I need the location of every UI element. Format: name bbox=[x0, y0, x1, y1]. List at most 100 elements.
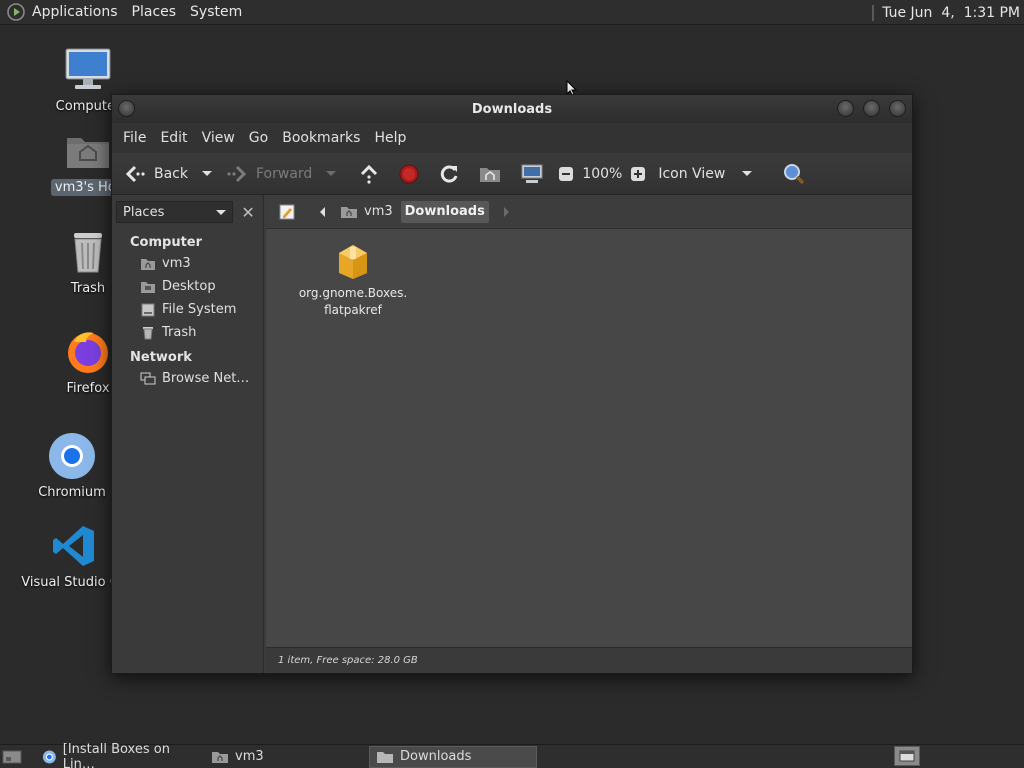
bottom-panel: [Install Boxes on Lin… vm3 Downloads bbox=[0, 742, 1024, 768]
show-desktop-button[interactable] bbox=[0, 746, 32, 768]
search-button[interactable] bbox=[778, 158, 810, 190]
home-folder-icon bbox=[141, 258, 155, 270]
desktop-folder-icon bbox=[141, 281, 155, 293]
path-segment-downloads[interactable]: Downloads bbox=[400, 200, 489, 223]
chevron-down-icon bbox=[202, 171, 212, 176]
sidebar-item-label: Desktop bbox=[162, 279, 216, 294]
menu-help[interactable]: Help bbox=[367, 130, 413, 146]
window-body: Places ✕ Computer vm3 Desktop File Syste… bbox=[112, 195, 912, 673]
chevron-right-icon bbox=[503, 206, 509, 217]
sidebar-type-text: Places bbox=[123, 204, 165, 220]
menu-file[interactable]: File bbox=[116, 130, 153, 146]
minimize-button[interactable] bbox=[837, 100, 854, 117]
vscode-icon bbox=[53, 526, 94, 566]
sidebar-item-trash[interactable]: Trash bbox=[112, 321, 263, 344]
workspace-icon bbox=[899, 750, 915, 762]
drive-icon bbox=[141, 303, 155, 316]
view-mode-text: Icon View bbox=[658, 165, 726, 182]
sidebar-item-file-system[interactable]: File System bbox=[112, 298, 263, 321]
toggle-location-entry-button[interactable] bbox=[274, 201, 300, 223]
file-name-line1: org.gnome.Boxes. bbox=[298, 286, 408, 300]
applications-menu[interactable]: Applications bbox=[0, 0, 126, 25]
sidebar-item-label: Trash bbox=[162, 325, 197, 340]
toolbar: Back Forward 100% Icon View bbox=[112, 153, 912, 195]
places-label: Places bbox=[131, 4, 177, 20]
home-icon bbox=[480, 167, 501, 182]
panel-separator bbox=[872, 4, 875, 21]
reload-button[interactable] bbox=[434, 158, 464, 190]
file-view[interactable]: org.gnome.Boxes. flatpakref bbox=[266, 229, 912, 647]
window-menu-button[interactable] bbox=[118, 100, 135, 117]
system-menu[interactable]: System bbox=[184, 0, 250, 25]
path-segment-label: vm3 bbox=[364, 204, 393, 219]
applications-label: Applications bbox=[32, 4, 118, 20]
package-icon bbox=[339, 245, 367, 279]
sidebar-header: Places ✕ bbox=[112, 195, 263, 229]
menu-view[interactable]: View bbox=[195, 130, 242, 146]
zoom-in-button[interactable] bbox=[626, 158, 650, 190]
taskbar-item-label: Downloads bbox=[400, 749, 472, 764]
menu-bookmarks[interactable]: Bookmarks bbox=[275, 130, 367, 146]
computer-button[interactable] bbox=[516, 158, 548, 190]
reload-icon bbox=[441, 165, 458, 183]
folder-icon bbox=[377, 751, 393, 763]
desktop-icon-label: Chromium bbox=[38, 485, 106, 500]
status-bar: 1 item, Free space: 28.0 GB bbox=[266, 647, 912, 673]
computer-icon bbox=[65, 48, 111, 89]
home-button[interactable] bbox=[474, 158, 506, 190]
chevron-left-icon bbox=[320, 206, 325, 217]
search-icon bbox=[784, 163, 805, 184]
stop-icon bbox=[399, 164, 419, 183]
sidebar-item-label: Browse Net… bbox=[162, 371, 250, 386]
maximize-button[interactable] bbox=[863, 100, 880, 117]
window-title: Downloads bbox=[471, 101, 553, 117]
firefox-icon bbox=[68, 332, 108, 373]
up-button[interactable] bbox=[354, 158, 384, 190]
path-segment-vm3[interactable]: vm3 bbox=[336, 201, 397, 223]
sidebar-close-button[interactable]: ✕ bbox=[237, 201, 259, 223]
taskbar-item-label: vm3 bbox=[235, 749, 264, 764]
taskbar-item-downloads[interactable]: Downloads bbox=[369, 745, 537, 768]
zoom-out-button[interactable] bbox=[554, 158, 578, 190]
taskbar-item-browser[interactable]: [Install Boxes on Lin… bbox=[36, 742, 201, 768]
sidebar-item-browse-network[interactable]: Browse Net… bbox=[112, 367, 263, 390]
taskbar-item-label: [Install Boxes on Lin… bbox=[62, 741, 170, 768]
sidebar-item-desktop[interactable]: Desktop bbox=[112, 275, 263, 298]
home-folder-icon bbox=[212, 751, 228, 763]
show-desktop-icon bbox=[2, 750, 22, 763]
places-menu[interactable]: Places bbox=[126, 0, 185, 25]
path-scroll-left-button[interactable] bbox=[314, 201, 332, 223]
status-text: 1 item, Free space: 28.0 GB bbox=[278, 655, 418, 666]
back-arrow-icon bbox=[125, 165, 145, 182]
computer-icon bbox=[521, 164, 543, 183]
forward-arrow-icon bbox=[227, 165, 247, 182]
back-button[interactable]: Back bbox=[120, 158, 192, 190]
chromium-icon bbox=[49, 433, 95, 479]
network-icon bbox=[140, 372, 156, 384]
forward-history-dropdown[interactable] bbox=[316, 158, 346, 190]
menu-edit[interactable]: Edit bbox=[153, 130, 194, 146]
file-item[interactable]: org.gnome.Boxes. flatpakref bbox=[288, 241, 418, 319]
back-label: Back bbox=[154, 165, 188, 182]
sidebar-item-vm3[interactable]: vm3 bbox=[112, 252, 263, 275]
close-button[interactable] bbox=[889, 100, 906, 117]
up-arrow-icon bbox=[361, 164, 378, 184]
sidebar-section-network: Network bbox=[130, 350, 192, 365]
taskbar-item-vm3[interactable]: vm3 bbox=[205, 746, 365, 768]
clock[interactable]: Tue Jun 4, 1:31 PM bbox=[872, 0, 1020, 25]
back-history-dropdown[interactable] bbox=[192, 158, 222, 190]
forward-button[interactable]: Forward bbox=[222, 158, 316, 190]
close-icon: ✕ bbox=[241, 202, 255, 222]
window-titlebar[interactable]: Downloads bbox=[112, 95, 912, 123]
sidebar-item-label: File System bbox=[162, 302, 237, 317]
distro-logo-icon bbox=[7, 3, 25, 21]
edit-location-icon bbox=[279, 204, 295, 219]
path-scroll-right-button[interactable] bbox=[497, 201, 515, 223]
zoom-in-icon bbox=[631, 166, 646, 181]
menu-go[interactable]: Go bbox=[242, 130, 275, 146]
zoom-level[interactable]: 100% bbox=[578, 158, 626, 190]
view-mode-select[interactable]: Icon View bbox=[654, 158, 762, 190]
sidebar-type-select[interactable]: Places bbox=[116, 201, 234, 223]
workspace-switcher[interactable] bbox=[894, 746, 920, 766]
stop-button[interactable] bbox=[394, 158, 424, 190]
